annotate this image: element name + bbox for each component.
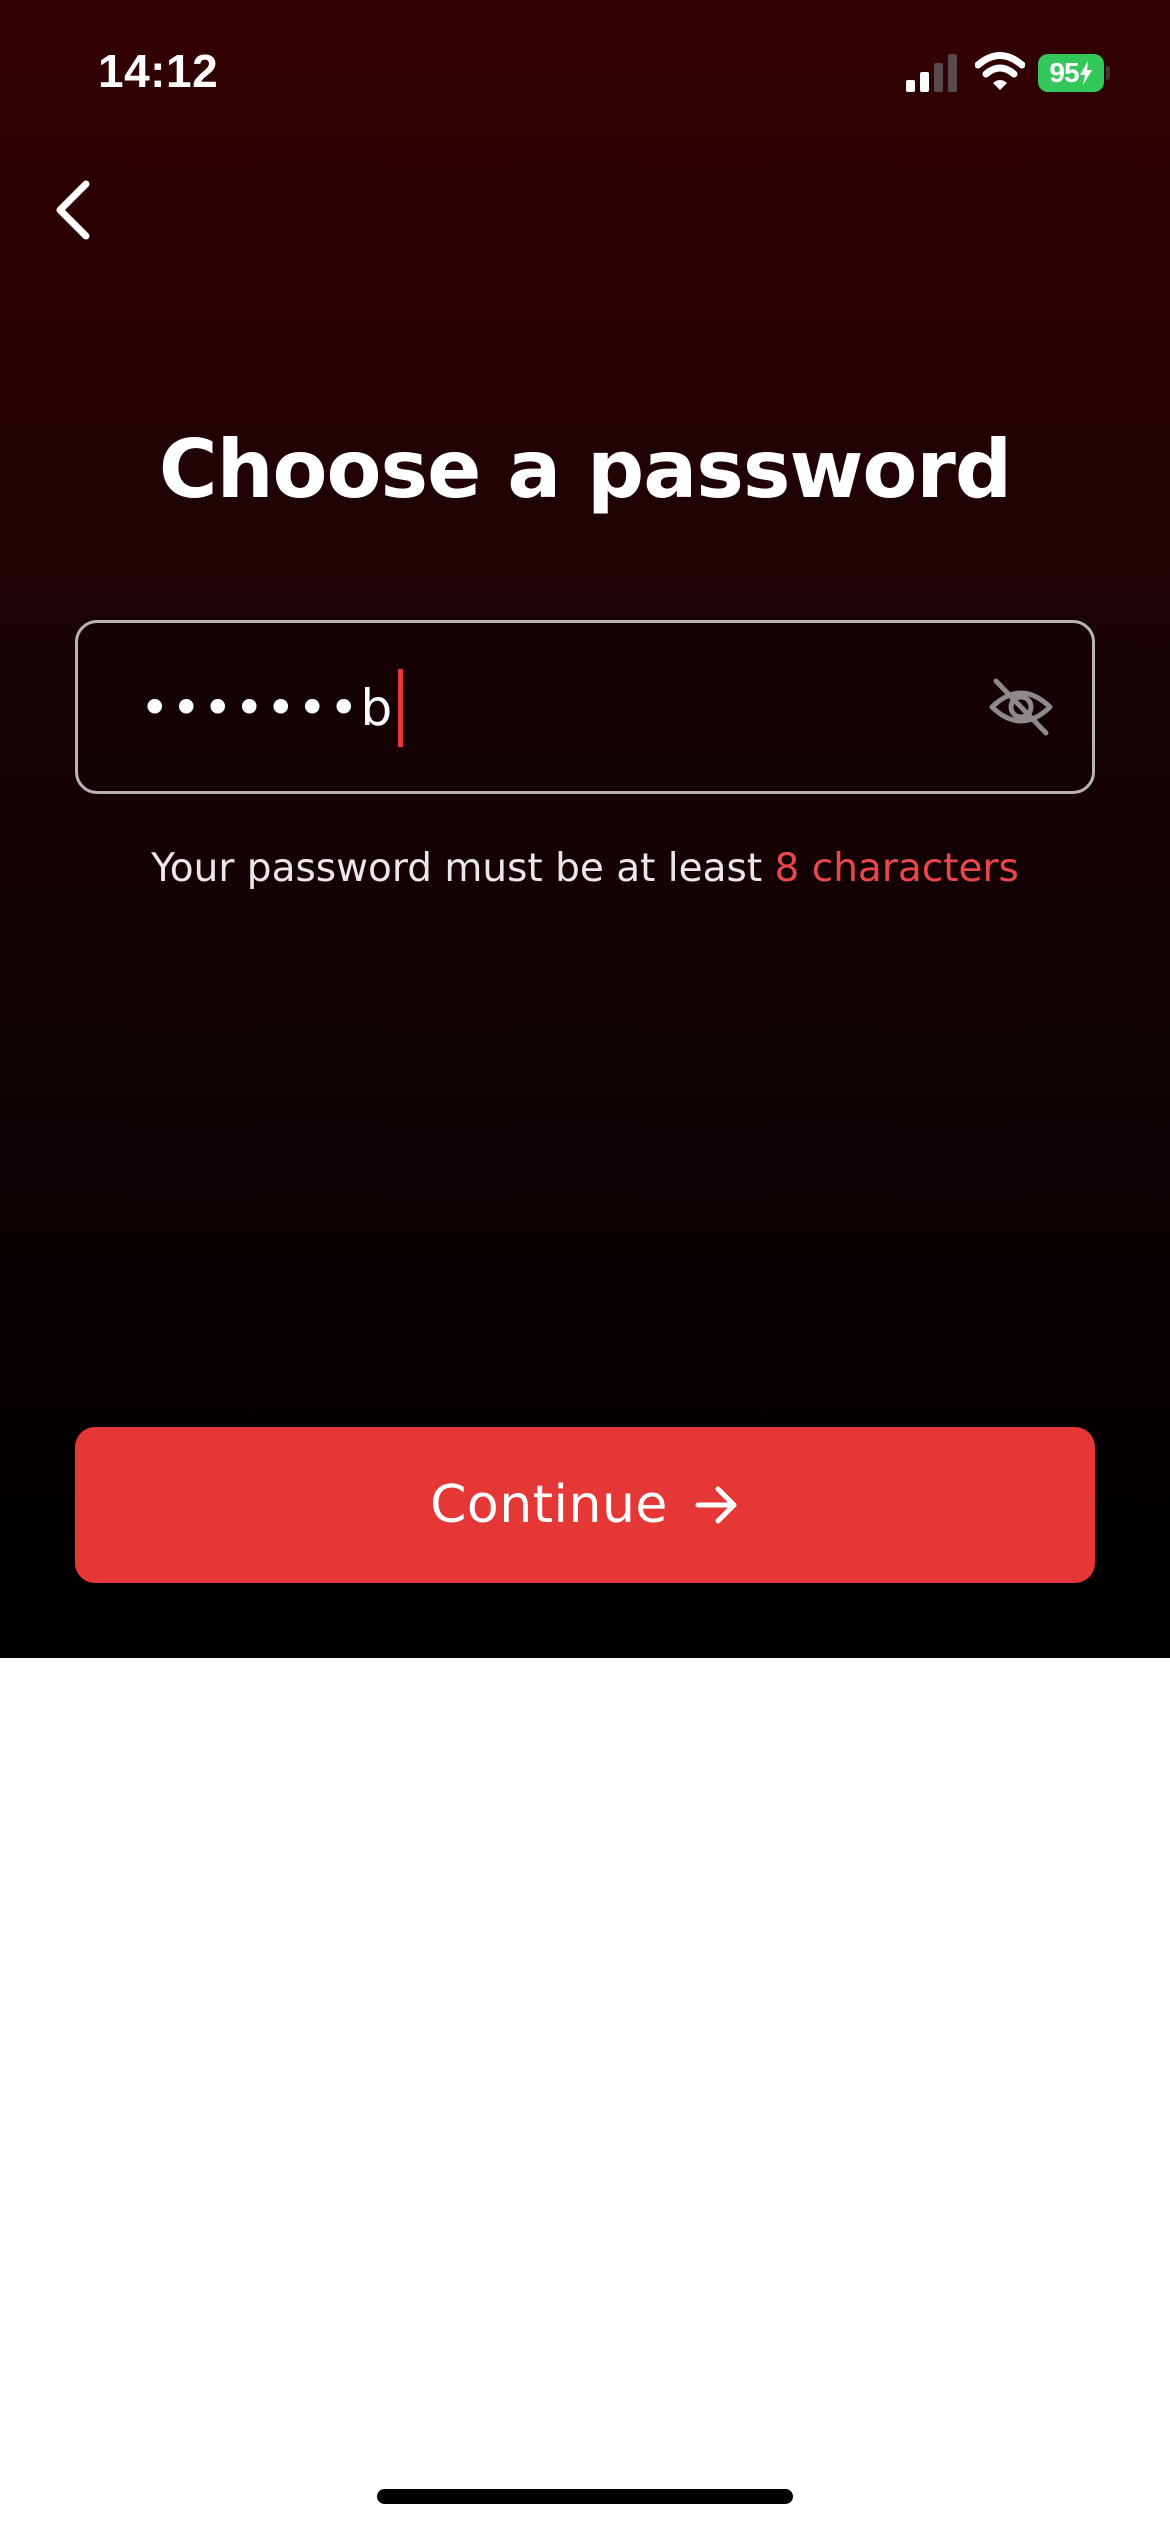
back-button[interactable] [40,170,110,250]
page-title: Choose a password [158,423,1012,516]
battery-level: 95 [1038,54,1104,92]
battery-cap [1106,66,1110,80]
password-input[interactable]: •••••••b [140,668,404,747]
status-time: 14:12 [98,45,219,97]
password-requirement-text: Your password must be at least 8 charact… [0,843,1170,895]
requirement-highlight: 8 characters [774,846,1019,891]
password-value-text: •••••••b [140,679,395,737]
password-field[interactable]: •••••••b [75,620,1095,794]
battery-level-text: 95 [1049,57,1079,88]
screen: 14:12 95 Choose a password •••••••b Your… [0,0,1170,2532]
cellular-signal-icon [906,54,957,92]
requirement-prefix: Your password must be at least [151,846,775,891]
wifi-icon [975,52,1025,90]
continue-button[interactable]: Continue [75,1427,1095,1583]
continue-label: Continue [430,1475,668,1535]
arrow-right-icon [695,1486,737,1524]
signup-panel: 14:12 95 Choose a password •••••••b Your… [0,0,1170,1658]
battery-charging-icon: 95 [1038,54,1110,92]
charging-bolt-icon [1079,61,1092,85]
chevron-left-icon [56,180,90,240]
text-caret [398,668,404,747]
home-indicator[interactable] [377,2489,793,2504]
eye-off-icon[interactable] [986,675,1056,739]
